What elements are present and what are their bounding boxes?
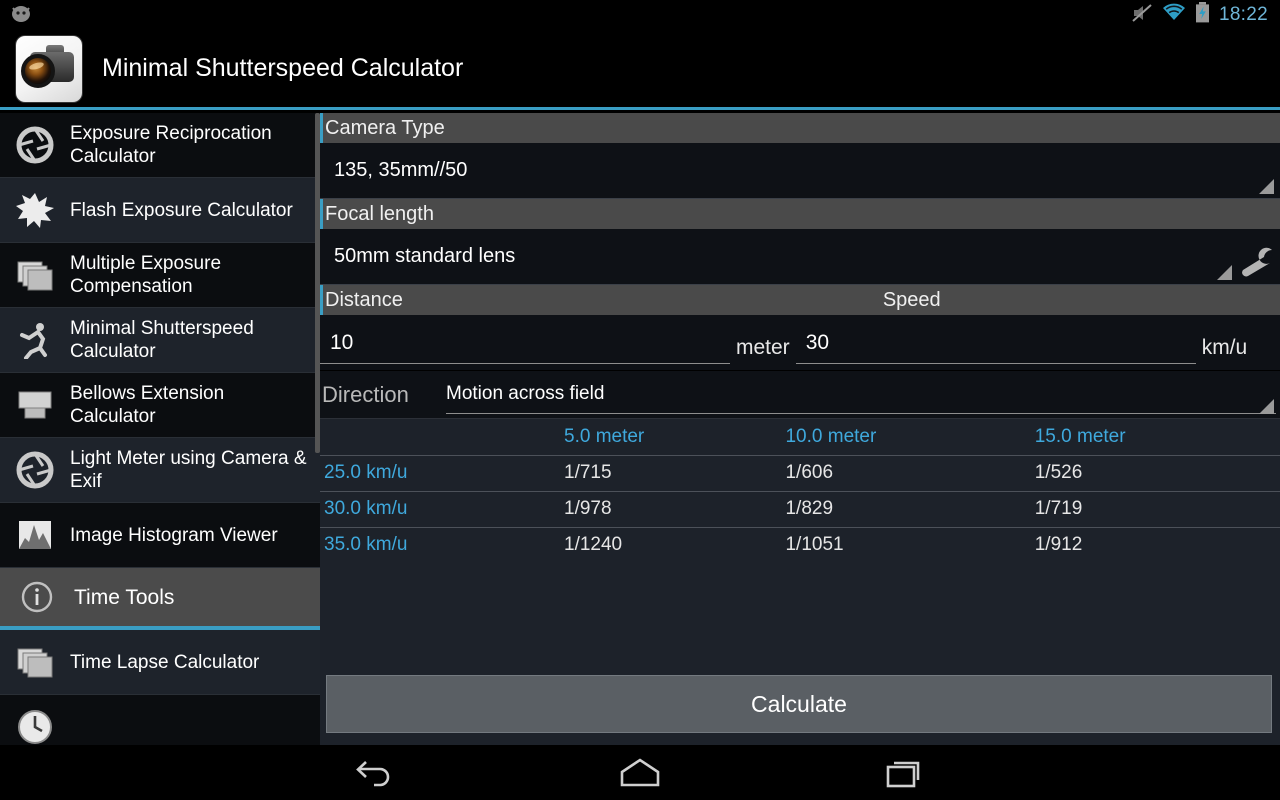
- stacked-layers-icon: [14, 254, 56, 296]
- sidebar-section-label: Time Tools: [74, 585, 175, 609]
- distance-speed-row: 10 meter 30 km/u: [320, 315, 1280, 371]
- distance-unit: meter: [736, 336, 790, 359]
- bellows-icon: [14, 384, 56, 426]
- table-row: 35.0 km/u 1/1240 1/1051 1/912: [320, 527, 1280, 563]
- mute-icon: [1131, 3, 1153, 28]
- chevron-down-icon: [1217, 265, 1232, 280]
- sidebar-item-light-meter[interactable]: Light Meter using Camera & Exif: [0, 438, 320, 503]
- distance-header: Distance: [325, 289, 403, 311]
- status-bar-notifications: [0, 3, 34, 28]
- sidebar-item-label: Image Histogram Viewer: [70, 524, 278, 546]
- table-col-header: 10.0 meter: [785, 425, 877, 447]
- sidebar-item-label: Flash Exposure Calculator: [70, 199, 293, 221]
- distance-speed-header: Distance Speed: [320, 285, 1280, 315]
- status-bar: 18:22: [0, 0, 1280, 30]
- table-cell: 1/1051: [785, 534, 844, 556]
- table-cell: 1/606: [785, 462, 834, 483]
- sidebar-item-label: Exposure Reciprocation Calculator: [70, 123, 272, 167]
- android-app-screen: 18:22 Minimal Shutterspeed Calculator Ex…: [0, 0, 1280, 800]
- results-table-body: 25.0 km/u 1/715 1/606 1/526 30.0 km/u 1/…: [320, 455, 1280, 563]
- page-title: Minimal Shutterspeed Calculator: [102, 54, 464, 82]
- table-cell: 1/978: [564, 498, 612, 519]
- camera-type-value: 135, 35mm//50: [334, 159, 468, 181]
- sidebar-item-label: Multiple Exposure Compensation: [70, 253, 222, 297]
- sidebar-item-label: Bellows Extension Calculator: [70, 383, 225, 427]
- camera-type-header: Camera Type: [320, 113, 1280, 143]
- status-bar-clock: 18:22: [1218, 4, 1268, 25]
- table-row-header: 30.0 km/u: [324, 498, 408, 519]
- sidebar-item-label: Time Lapse Calculator: [70, 651, 260, 673]
- clock-icon: [14, 706, 56, 745]
- sidebar-item-minimal-shutterspeed[interactable]: Minimal Shutterspeed Calculator: [0, 308, 320, 373]
- running-person-icon: [14, 319, 56, 361]
- table-cell: 1/526: [1034, 462, 1083, 483]
- focal-length-spinner[interactable]: 50mm standard lens: [320, 229, 1280, 285]
- table-cell: 1/715: [564, 462, 612, 483]
- wrench-icon[interactable]: [1236, 246, 1276, 280]
- table-row-header: 25.0 km/u: [324, 462, 408, 483]
- table-row-header: 35.0 km/u: [324, 534, 408, 556]
- focal-length-value: 50mm standard lens: [334, 245, 516, 267]
- sidebar-item-partial[interactable]: [0, 695, 320, 745]
- main-panel: Camera Type 135, 35mm//50 Focal length 5…: [320, 113, 1280, 745]
- sidebar-item-time-lapse[interactable]: Time Lapse Calculator: [0, 630, 320, 695]
- action-bar: Minimal Shutterspeed Calculator: [0, 30, 1280, 110]
- navigation-sidebar[interactable]: Exposure Reciprocation Calculator Flash …: [0, 113, 320, 745]
- wifi-icon: [1162, 3, 1186, 27]
- direction-row: Direction Motion across field: [320, 371, 1280, 419]
- stacked-layers-icon: [14, 641, 56, 683]
- distance-input[interactable]: 10: [320, 322, 730, 364]
- sidebar-section-time-tools[interactable]: Time Tools: [0, 568, 320, 630]
- direction-value: Motion across field: [446, 383, 605, 404]
- sidebar-item-exposure-reciprocation[interactable]: Exposure Reciprocation Calculator: [0, 113, 320, 178]
- sidebar-item-label: Light Meter using Camera & Exif: [70, 448, 307, 492]
- table-row: 30.0 km/u 1/978 1/829 1/719: [320, 491, 1280, 527]
- results-table-head: 5.0 meter 10.0 meter 15.0 meter: [320, 419, 1280, 455]
- camera-app-icon[interactable]: [16, 35, 82, 102]
- calculate-button-wrapper: Calculate: [326, 675, 1272, 733]
- table-col-header: 15.0 meter: [1034, 425, 1126, 447]
- table-cell: 1/912: [1034, 534, 1083, 556]
- table-cell: 1/719: [1034, 498, 1083, 519]
- sidebar-item-label: Minimal Shutterspeed Calculator: [70, 318, 254, 362]
- speed-unit: km/u: [1201, 336, 1248, 359]
- direction-label: Direction: [322, 381, 409, 407]
- battery-charging-icon: [1195, 2, 1210, 28]
- aperture-icon: [14, 449, 56, 491]
- speed-input[interactable]: 30: [795, 322, 1196, 364]
- direction-spinner[interactable]: Motion across field: [446, 376, 1276, 414]
- camera-type-spinner[interactable]: 135, 35mm//50: [320, 143, 1280, 199]
- aperture-icon: [14, 124, 56, 166]
- focal-length-header: Focal length: [320, 199, 1280, 229]
- table-header-row: 5.0 meter 10.0 meter 15.0 meter: [320, 419, 1280, 455]
- recents-icon[interactable]: [875, 753, 935, 793]
- info-circle-icon: [16, 576, 58, 618]
- android-navigation-bar: [0, 745, 1280, 800]
- sidebar-item-bellows-extension[interactable]: Bellows Extension Calculator: [0, 373, 320, 438]
- table-row: 25.0 km/u 1/715 1/606 1/526: [320, 455, 1280, 491]
- sidebar-item-multiple-exposure[interactable]: Multiple Exposure Compensation: [0, 243, 320, 308]
- sidebar-item-flash-exposure[interactable]: Flash Exposure Calculator: [0, 178, 320, 243]
- chevron-down-icon: [1259, 399, 1274, 414]
- table-corner-cell: [320, 419, 560, 455]
- sidebar-item-image-histogram[interactable]: Image Histogram Viewer: [0, 503, 320, 568]
- calculate-button[interactable]: Calculate: [326, 675, 1272, 733]
- back-icon[interactable]: [345, 753, 405, 793]
- status-bar-system-icons: 18:22: [1131, 2, 1280, 28]
- table-col-header: 5.0 meter: [564, 425, 645, 447]
- chevron-down-icon: [1259, 179, 1274, 194]
- table-cell: 1/829: [785, 498, 834, 519]
- home-icon[interactable]: [610, 753, 670, 793]
- flash-burst-icon: [14, 189, 56, 231]
- android-robot-icon: [8, 3, 34, 28]
- content-area: Exposure Reciprocation Calculator Flash …: [0, 113, 1280, 745]
- table-cell: 1/1240: [564, 534, 623, 556]
- results-table: 5.0 meter 10.0 meter 15.0 meter 25.0 km/…: [320, 419, 1280, 563]
- histogram-icon: [14, 514, 56, 556]
- speed-header: Speed: [882, 289, 941, 311]
